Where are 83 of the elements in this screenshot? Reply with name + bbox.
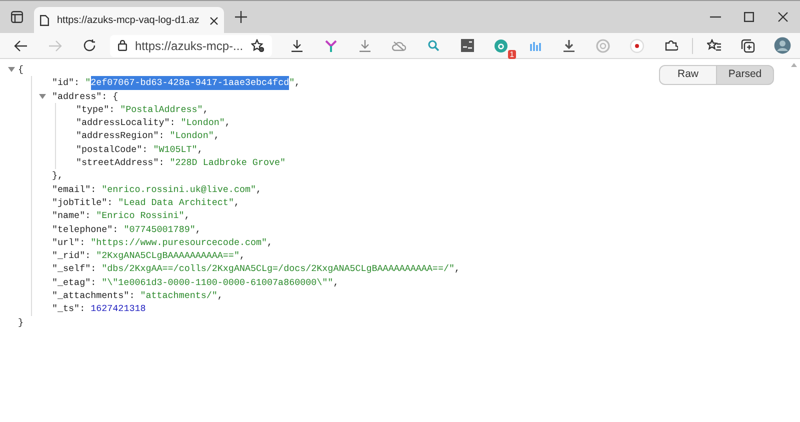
puzzle-icon[interactable] [664, 39, 678, 52]
collapse-triangle-icon[interactable] [39, 94, 46, 99]
json-key: "postalCode": [76, 142, 154, 156]
collapse-triangle-icon[interactable] [8, 67, 15, 72]
json-comma: , [256, 182, 262, 196]
favorites-icon[interactable] [707, 39, 722, 52]
json-comma: , [333, 276, 339, 290]
json-key: "email": [52, 182, 102, 196]
search-icon[interactable] [428, 40, 439, 51]
avatar-icon[interactable] [774, 37, 791, 54]
json-value: "https://www.puresourcecode.com" [90, 236, 268, 250]
json-key: "address": [52, 90, 113, 103]
json-value: "07745001789" [124, 222, 196, 236]
refresh-icon[interactable] [82, 39, 96, 52]
sidebar-icon[interactable] [11, 11, 23, 23]
json-comma: , [217, 289, 223, 302]
lock-icon [118, 40, 127, 51]
json-key: "_etag": [52, 276, 102, 290]
view-mode-tab[interactable]: Parsed [716, 65, 774, 85]
json-comma: , [184, 209, 190, 223]
close-icon[interactable] [210, 16, 218, 24]
json-value: 1627421318 [90, 302, 146, 316]
json-brace: } [18, 316, 24, 329]
notification-count: 1 [508, 50, 516, 58]
download-icon[interactable] [291, 40, 304, 52]
back-arrow-icon[interactable] [14, 40, 28, 52]
json-value: 2ef07067-bd63-428a-9417-1aae3ebc4fcd [90, 76, 290, 90]
json-key: "name": [52, 209, 96, 223]
fork-icon[interactable] [325, 40, 338, 52]
json-value: "dbs/2KxgAA==/colls/2KxgANA5CLg=/docs/2KxgANA5CLgBAAAAAAAAAA==/" [102, 262, 454, 276]
json-key: "_ts": [52, 302, 91, 316]
json-key: "_attachments": [52, 289, 140, 302]
json-key: "_rid": [52, 249, 96, 262]
bars-icon[interactable] [529, 40, 542, 50]
json-comma: , [202, 102, 208, 116]
json-brace: }, [52, 169, 64, 183]
json-value: "2KxgANA5CLgBAAAAAAAAAA==" [96, 249, 240, 262]
json-key: "type": [76, 102, 120, 116]
page-icon [40, 15, 49, 26]
json-comma: , [224, 116, 230, 130]
json-value: "228D Ladbroke Grove" [170, 156, 286, 170]
maximize-icon[interactable] [744, 12, 754, 22]
json-key: "telephone": [52, 222, 124, 236]
json-value: "London" [180, 116, 225, 130]
json-value: "PostalAddress" [120, 102, 203, 116]
json-comma: , [195, 222, 201, 236]
json-key: "addressRegion": [76, 129, 170, 143]
json-value: "Enrico Rossini" [96, 209, 184, 223]
json-comma: , [454, 262, 460, 276]
json-value: "\"1e0061d3-0000-1100-0000-61007a860000\"" [102, 276, 334, 290]
json-key: "streetAddress": [76, 156, 170, 170]
json-brace: { [112, 90, 118, 103]
minimize-icon[interactable] [710, 16, 720, 18]
json-comma: , [214, 129, 220, 143]
json-key: "_self": [52, 262, 102, 276]
star-plus-icon[interactable] [251, 39, 264, 52]
json-value: "Lead Data Architect" [118, 196, 234, 210]
close-icon[interactable] [778, 12, 788, 22]
json-comma: , [294, 76, 300, 90]
collections-icon[interactable] [741, 38, 756, 52]
json-comma: , [239, 249, 245, 262]
json-value: "W105LT" [153, 142, 198, 156]
browser-tab[interactable]: https://azuks-mcp-vaq-log-d1.az [34, 7, 224, 34]
json-comma: , [197, 142, 203, 156]
view-mode-tab[interactable]: Raw [659, 65, 717, 85]
json-key: "url": [52, 236, 91, 250]
record-icon[interactable] [630, 38, 644, 52]
string-quote: " [85, 76, 91, 90]
string-quote: " [289, 76, 295, 90]
json-comma: , [267, 236, 273, 250]
json-key: "jobTitle": [52, 196, 118, 210]
json-key: "id": [52, 76, 86, 90]
json-value: "attachments/" [140, 289, 218, 302]
new-tab-icon[interactable] [235, 11, 247, 23]
json-comma: , [234, 196, 240, 210]
json-key: "addressLocality": [76, 116, 181, 130]
cloud-icon[interactable] [392, 40, 406, 50]
tab-title: https://azuks-mcp-vaq-log-d1.az [57, 14, 200, 28]
download-icon[interactable] [563, 40, 576, 52]
json-brace: { [18, 63, 24, 76]
json-value: "London" [170, 129, 214, 143]
json-value: "enrico.rossini.uk@live.com" [102, 182, 256, 196]
address-bar[interactable]: https://azuks-mcp-... [110, 34, 272, 56]
